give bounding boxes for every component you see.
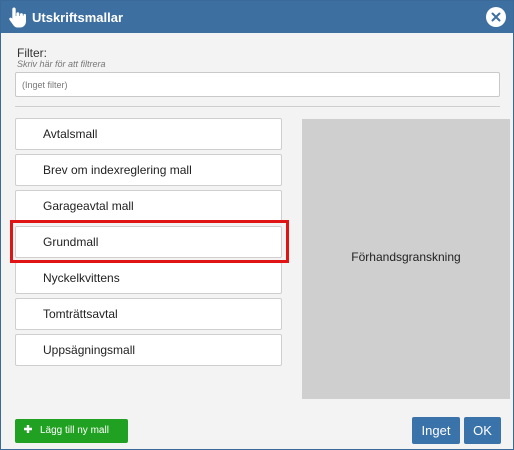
close-button[interactable] (486, 7, 506, 27)
filter-label: Filter: (17, 46, 47, 60)
preview-pane: Förhandsgranskning (302, 119, 510, 399)
add-template-label: Lägg till ny mall (40, 425, 109, 436)
dialog-title: Utskriftsmallar (32, 10, 124, 25)
template-item-label: Brev om indexreglering mall (43, 163, 192, 177)
template-item-label: Tomträttsavtal (43, 307, 118, 321)
template-item-brev-om-indexreglering-mall[interactable]: Brev om indexreglering mall (15, 154, 282, 186)
close-icon (491, 12, 501, 22)
divider (15, 106, 500, 107)
template-item-tomtrattsavtal[interactable]: Tomträttsavtal (15, 298, 282, 330)
pointer-hand-icon (9, 7, 26, 28)
filter-input[interactable] (15, 72, 500, 97)
print-templates-dialog: Utskriftsmallar Filter: Skriv här för at… (0, 0, 514, 450)
none-button[interactable]: Inget (412, 417, 460, 444)
template-item-label: Garageavtal mall (43, 199, 134, 213)
template-item-label: Avtalsmall (43, 127, 98, 141)
dialog-titlebar: Utskriftsmallar (1, 1, 513, 33)
template-item-avtalsmall[interactable]: Avtalsmall (15, 118, 282, 150)
template-item-label: Nyckelkvittens (43, 271, 120, 285)
ok-button[interactable]: OK (464, 417, 501, 444)
plus-icon (24, 425, 32, 433)
template-item-garageavtal-mall[interactable]: Garageavtal mall (15, 190, 282, 222)
preview-label: Förhandsgranskning (351, 250, 461, 264)
template-item-label: Uppsägningsmall (43, 343, 136, 357)
template-item-nyckelkvittens[interactable]: Nyckelkvittens (15, 262, 282, 294)
filter-hint: Skriv här för att filtrera (17, 59, 106, 69)
template-item-uppsagningsmall[interactable]: Uppsägningsmall (15, 334, 282, 366)
add-template-button[interactable]: Lägg till ny mall (15, 419, 128, 443)
selection-highlight (10, 220, 289, 263)
